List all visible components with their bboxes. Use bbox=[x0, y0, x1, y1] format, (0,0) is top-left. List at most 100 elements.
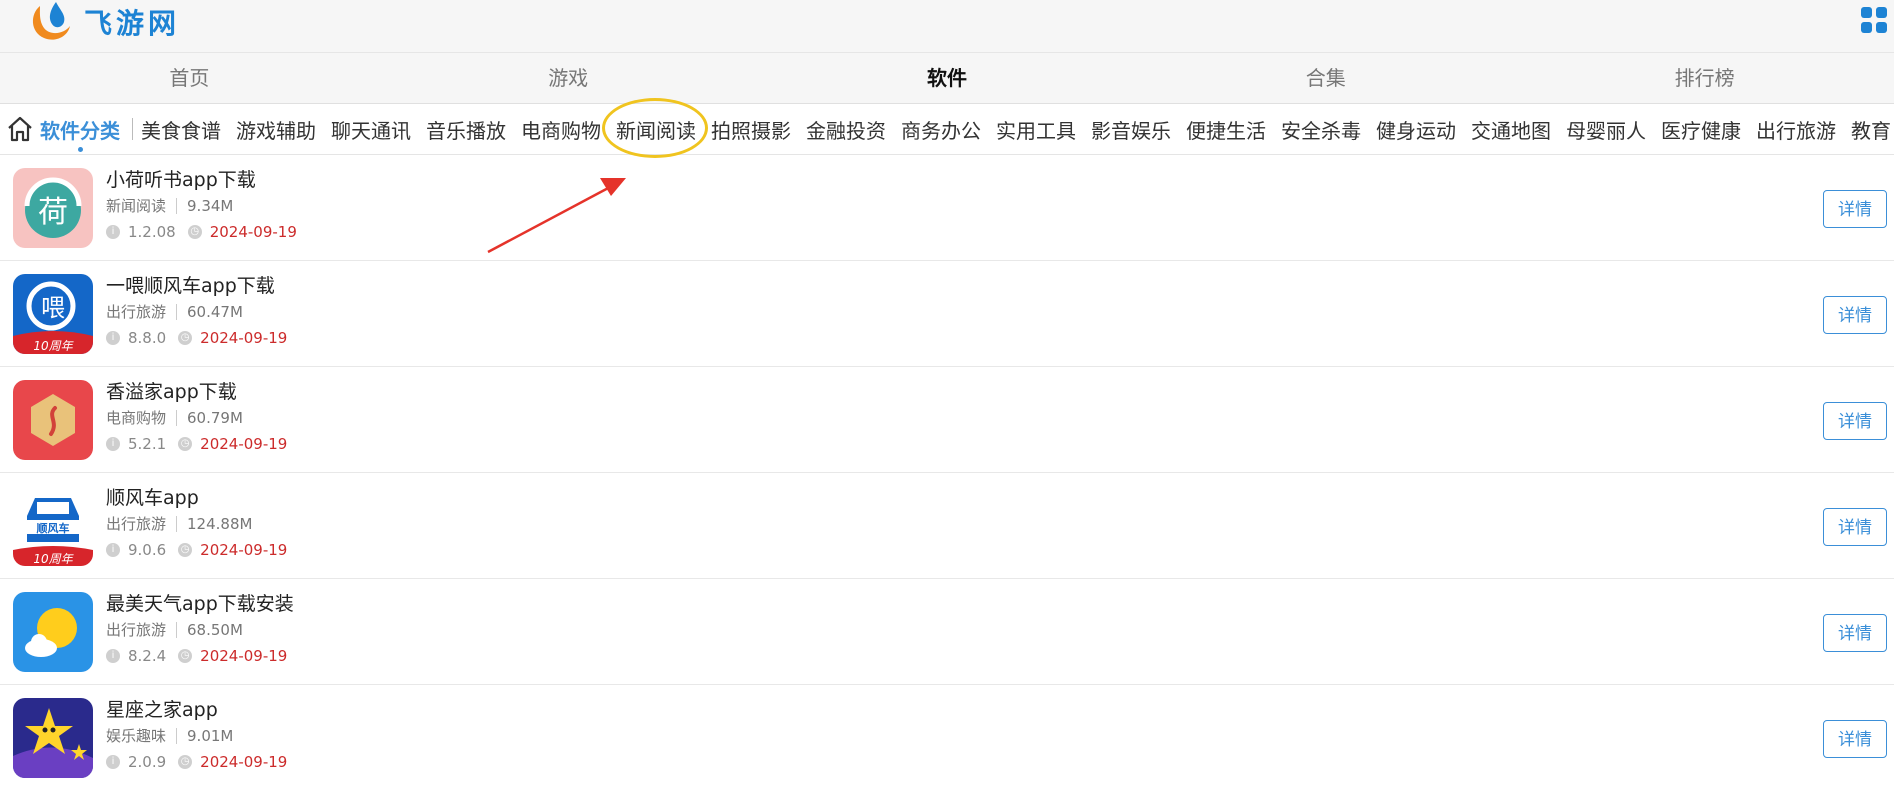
nav-games[interactable]: 游戏 bbox=[379, 53, 758, 103]
list-item: 荷 小荷听书app下载 新闻阅读 9.34M i 1.2.08 ◷ 2024-0… bbox=[0, 155, 1894, 261]
nav-software[interactable]: 软件 bbox=[758, 53, 1137, 103]
category-item[interactable]: 便捷生活 bbox=[1186, 115, 1266, 144]
top-bar: 飞游网 bbox=[0, 0, 1894, 52]
category-title: 软件分类 bbox=[40, 115, 120, 152]
category-item[interactable]: 音乐播放 bbox=[426, 115, 506, 144]
app-date: 2024-09-19 bbox=[200, 647, 288, 665]
app-version-row: i 5.2.1 ◷ 2024-09-19 bbox=[106, 435, 287, 453]
nav-home[interactable]: 首页 bbox=[0, 53, 379, 103]
category-item[interactable]: 聊天通讯 bbox=[331, 115, 411, 144]
list-item: 喂 10周年 一喂顺风车app下载 出行旅游 60.47M i 8.8.0 ◷ … bbox=[0, 261, 1894, 367]
clock-icon: ◷ bbox=[178, 331, 193, 345]
clock-icon: ◷ bbox=[178, 755, 193, 769]
app-version-row: i 9.0.6 ◷ 2024-09-19 bbox=[106, 541, 287, 559]
svg-text:10周年: 10周年 bbox=[33, 552, 74, 566]
main-nav: 首页 游戏 软件 合集 排行榜 bbox=[0, 52, 1894, 104]
app-version: 8.8.0 bbox=[128, 329, 167, 347]
meta-divider bbox=[176, 303, 178, 320]
category-item[interactable]: 安全杀毒 bbox=[1281, 115, 1361, 144]
site-logo[interactable]: 飞游网 bbox=[26, 0, 180, 44]
app-name[interactable]: 小荷听书app下载 bbox=[106, 165, 256, 192]
app-date: 2024-09-19 bbox=[200, 541, 288, 559]
xiaohe-tingshu-icon[interactable]: 荷 bbox=[13, 168, 93, 248]
logo-text: 飞游网 bbox=[84, 7, 181, 40]
xingzuo-zhijia-icon[interactable] bbox=[13, 698, 93, 778]
category-item[interactable]: 拍照摄影 bbox=[711, 115, 791, 144]
apps-grid-icon[interactable] bbox=[1860, 6, 1888, 34]
app-name[interactable]: 顺风车app bbox=[106, 483, 199, 510]
app-size: 68.50M bbox=[187, 620, 243, 639]
app-category: 出行旅游 bbox=[106, 303, 167, 321]
detail-button[interactable]: 详情 bbox=[1823, 190, 1887, 228]
detail-button[interactable]: 详情 bbox=[1823, 402, 1887, 440]
xiangyijia-icon[interactable] bbox=[13, 380, 93, 460]
list-item: 最美天气app下载安装 出行旅游 68.50M i 8.2.4 ◷ 2024-0… bbox=[0, 579, 1894, 685]
detail-button[interactable]: 详情 bbox=[1823, 508, 1887, 546]
shunfengche-icon[interactable]: 顺风车 10周年 bbox=[13, 486, 93, 566]
category-item[interactable]: 健身运动 bbox=[1376, 115, 1456, 144]
app-category: 娱乐趣味 bbox=[106, 727, 167, 745]
category-bar: 软件分类 美食食谱 游戏辅助 聊天通讯 音乐播放 电商购物 新闻阅读 拍照摄影 … bbox=[0, 104, 1894, 155]
category-item[interactable]: 游戏辅助 bbox=[236, 115, 316, 144]
app-size: 124.88M bbox=[187, 514, 253, 533]
detail-button[interactable]: 详情 bbox=[1823, 296, 1887, 334]
app-category: 电商购物 bbox=[106, 409, 167, 427]
app-category: 新闻阅读 bbox=[106, 197, 167, 215]
app-name[interactable]: 一喂顺风车app下载 bbox=[106, 271, 275, 298]
category-item[interactable]: 实用工具 bbox=[996, 115, 1076, 144]
meta-divider bbox=[176, 727, 178, 744]
app-version-row: i 2.0.9 ◷ 2024-09-19 bbox=[106, 753, 287, 771]
category-item[interactable]: 影音娱乐 bbox=[1091, 115, 1171, 144]
app-category: 出行旅游 bbox=[106, 515, 167, 533]
app-name[interactable]: 最美天气app下载安装 bbox=[106, 589, 294, 616]
category-item[interactable]: 电商购物 bbox=[521, 115, 601, 144]
info-icon: i bbox=[106, 649, 120, 663]
app-version-row: i 1.2.08 ◷ 2024-09-19 bbox=[106, 223, 297, 241]
logo-flame-icon bbox=[32, 2, 70, 40]
category-item[interactable]: 美食食谱 bbox=[141, 115, 221, 144]
app-version: 9.0.6 bbox=[128, 541, 167, 559]
info-icon: i bbox=[106, 225, 120, 239]
nav-collections[interactable]: 合集 bbox=[1136, 53, 1515, 103]
category-item[interactable]: 交通地图 bbox=[1471, 115, 1551, 144]
nav-rankings[interactable]: 排行榜 bbox=[1515, 53, 1894, 103]
app-name[interactable]: 香溢家app下载 bbox=[106, 377, 237, 404]
meta-divider bbox=[176, 515, 178, 532]
app-meta: 新闻阅读 9.34M bbox=[106, 195, 233, 216]
svg-text:顺风车: 顺风车 bbox=[37, 521, 70, 535]
app-meta: 娱乐趣味 9.01M bbox=[106, 725, 233, 746]
app-version: 2.0.9 bbox=[128, 753, 167, 771]
category-item[interactable]: 母婴丽人 bbox=[1566, 115, 1646, 144]
app-date: 2024-09-19 bbox=[200, 329, 288, 347]
detail-button[interactable]: 详情 bbox=[1823, 720, 1887, 758]
app-version: 8.2.4 bbox=[128, 647, 167, 665]
weather-icon[interactable] bbox=[13, 592, 93, 672]
list-item: 顺风车 10周年 顺风车app 出行旅游 124.88M i 9.0.6 ◷ 2… bbox=[0, 473, 1894, 579]
app-date: 2024-09-19 bbox=[200, 435, 288, 453]
list-item: 星座之家app 娱乐趣味 9.01M i 2.0.9 ◷ 2024-09-19 … bbox=[0, 685, 1894, 791]
app-meta: 出行旅游 68.50M bbox=[106, 619, 243, 640]
app-name[interactable]: 星座之家app bbox=[106, 695, 218, 722]
info-icon: i bbox=[106, 543, 120, 557]
app-size: 60.79M bbox=[187, 408, 243, 427]
category-item[interactable]: 出行旅游 bbox=[1756, 115, 1836, 144]
category-item[interactable]: 教育 bbox=[1851, 115, 1891, 144]
app-version: 5.2.1 bbox=[128, 435, 167, 453]
app-size: 9.01M bbox=[187, 726, 234, 745]
category-item[interactable]: 金融投资 bbox=[806, 115, 886, 144]
detail-button[interactable]: 详情 bbox=[1823, 614, 1887, 652]
info-icon: i bbox=[106, 755, 120, 769]
category-item[interactable]: 医疗健康 bbox=[1661, 115, 1741, 144]
clock-icon: ◷ bbox=[178, 437, 193, 451]
category-item[interactable]: 商务办公 bbox=[901, 115, 981, 144]
app-category: 出行旅游 bbox=[106, 621, 167, 639]
home-icon[interactable] bbox=[6, 115, 34, 143]
info-icon: i bbox=[106, 437, 120, 451]
app-date: 2024-09-19 bbox=[209, 223, 297, 241]
app-meta: 电商购物 60.79M bbox=[106, 407, 243, 428]
yiwei-shunfengche-icon[interactable]: 喂 10周年 bbox=[13, 274, 93, 354]
clock-icon: ◷ bbox=[178, 543, 193, 557]
clock-icon: ◷ bbox=[178, 649, 193, 663]
category-item-news-reading[interactable]: 新闻阅读 bbox=[616, 115, 696, 144]
app-meta: 出行旅游 124.88M bbox=[106, 513, 252, 534]
